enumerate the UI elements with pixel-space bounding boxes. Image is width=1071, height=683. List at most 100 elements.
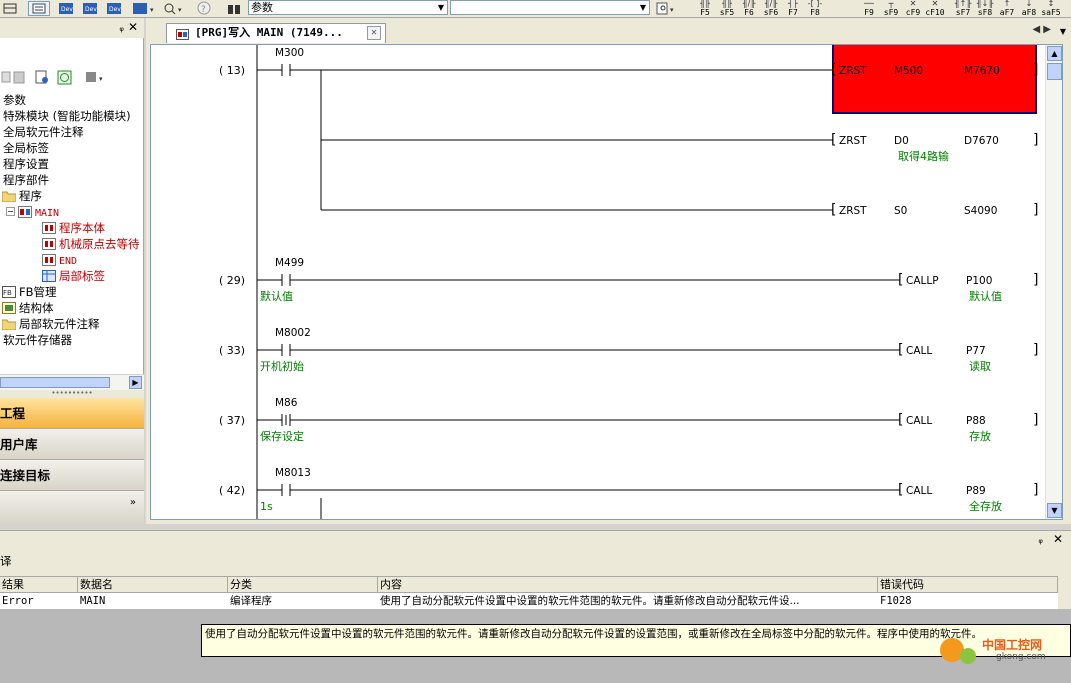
output-titlebar: ᵩ ✕ [0, 530, 1071, 549]
column-header[interactable]: 数据名 [78, 577, 228, 593]
instruction-op: ZRST [839, 205, 867, 217]
tree-item[interactable]: 局部软元件注释 [1, 316, 100, 332]
table-cell[interactable]: MAIN [78, 594, 228, 609]
column-header[interactable]: 结果 [0, 577, 78, 593]
fkey-button-f9[interactable]: ── F9 [858, 0, 880, 18]
tree-item[interactable]: 参数 [3, 92, 26, 108]
tree-item[interactable]: 全局标签 [3, 140, 49, 156]
ladder-symbol-icon: ╢/╟ [742, 0, 756, 8]
refresh-icon[interactable] [57, 70, 72, 85]
tab-list-chevron-icon[interactable]: ▼ [1060, 27, 1066, 36]
scroll-right-icon[interactable]: ▶ [129, 376, 142, 389]
fkey-button-sf5[interactable]: ╢╟ sF5 [716, 0, 738, 18]
device-register-icon[interactable]: Dev [106, 1, 122, 16]
fkey-button-f5[interactable]: ╢╟ F5 [694, 0, 716, 18]
device-monitor-icon[interactable]: Dev [58, 1, 74, 16]
column-header[interactable]: 错误代码 [878, 577, 1058, 593]
tree-item[interactable]: 机械原点去等待 [42, 236, 140, 252]
fkey-button-af8[interactable]: ↓ aF8 [1018, 0, 1040, 18]
fkey-button-saf5[interactable]: ↕ saF5 [1040, 0, 1062, 18]
nav-project-tab[interactable]: 工程 [0, 398, 144, 429]
tree-item[interactable]: 程序设置 [3, 156, 49, 172]
table-cell[interactable]: F1028 [878, 594, 1058, 609]
sort-icon[interactable]: ▾ [86, 72, 103, 83]
list-view-button[interactable] [28, 1, 50, 16]
table-cell[interactable]: Error [0, 594, 78, 609]
ladder-diagram[interactable]: ( 13) M300 [] ZRST M500 M7670 [] ZRST D0 D7670 取得4… [151, 45, 1046, 519]
tree-item[interactable]: 全局软元件注释 [3, 124, 84, 140]
svg-text:▾: ▾ [99, 75, 103, 83]
tab-scroll-arrows-icon[interactable]: ◀ ▶ [1032, 24, 1051, 35]
fkey-button-f7[interactable]: ┤├ F7 [782, 0, 804, 18]
scrollbar-thumb[interactable] [0, 377, 110, 388]
watermark-brand: 中国工控网 [982, 638, 1043, 652]
properties-icon[interactable] [35, 70, 48, 84]
fkey-button-cf9[interactable]: ✕ cF9 [902, 0, 924, 18]
instruction-op: CALLP [906, 275, 939, 287]
splitter-grip[interactable]: •••••••••• [0, 390, 144, 398]
tree-item[interactable]: 程序部件 [3, 172, 49, 188]
search-combo[interactable]: 参数 ▼ [248, 0, 448, 15]
device-batch-icon[interactable]: Dev [82, 1, 98, 16]
tree-item-label: 参数 [3, 93, 26, 107]
tab-label: [PRG]写入 MAIN (7149... [195, 26, 343, 39]
chevron-down-icon[interactable]: ▼ [435, 1, 447, 14]
tree-item[interactable]: 程序 [1, 188, 42, 204]
fkey-button-sf6[interactable]: ╢/╟ sF6 [760, 0, 782, 18]
scroll-up-icon[interactable]: ▲ [1047, 46, 1062, 61]
binoculars-icon[interactable] [226, 1, 242, 16]
fkey-button-sf7[interactable]: ╢↑╟ sF7 [952, 0, 974, 18]
column-header[interactable]: 分类 [228, 577, 378, 593]
find-icon[interactable]: ▾ [654, 1, 680, 16]
table-cell[interactable]: 编译程序 [228, 594, 378, 609]
fkey-button-cf10[interactable]: ✕ cF10 [924, 0, 946, 18]
search-target-combo[interactable]: ▼ [450, 0, 650, 15]
table-cell[interactable]: 使用了自动分配软元件设置中设置的软元件范围的软元件。请重新修改自动分配软元件设.… [378, 594, 878, 609]
horizontal-scrollbar[interactable]: ▶ [0, 374, 144, 390]
collapse-icon[interactable]: − [6, 207, 15, 216]
instruction-op: ZRST [839, 65, 867, 77]
svg-text:▾: ▾ [670, 6, 674, 14]
instruction-bracket: [ [898, 342, 903, 358]
zoom-icon[interactable]: ▾ [162, 1, 186, 16]
copy-icon[interactable] [1, 71, 11, 83]
pin-icon[interactable]: ᵩ [1038, 533, 1043, 546]
tree-item[interactable]: 特殊模块 (智能功能模块) [3, 108, 131, 124]
tree-item[interactable]: 结构体 [2, 300, 54, 316]
scrollbar-thumb[interactable] [1047, 63, 1062, 80]
column-header[interactable]: 内容 [378, 577, 878, 593]
fkey-button-f6[interactable]: ╢/╟ F6 [738, 0, 760, 18]
nav-overflow-bar: » [0, 491, 144, 524]
fkey-button-sf8[interactable]: ╢↓╟ sF8 [974, 0, 996, 18]
tree-item-label: 程序 [19, 189, 42, 203]
device-test-icon[interactable]: ▾ [132, 1, 156, 16]
tree-item[interactable]: FB FB管理 [2, 284, 57, 300]
tree-item[interactable]: END [42, 252, 77, 268]
tree-item[interactable]: 程序本体 [42, 220, 105, 236]
operand-comment: 读取 [969, 359, 991, 373]
chevron-down-icon[interactable]: ▼ [637, 1, 649, 14]
nav-target-label: 连接目标 [0, 468, 51, 483]
tree-item[interactable]: 局部标签 [42, 268, 105, 284]
instruction-bracket: [ [898, 482, 903, 498]
scroll-down-icon[interactable]: ▼ [1047, 503, 1062, 518]
nav-userlib-tab[interactable]: 用户库 [0, 429, 144, 460]
tab-close-icon[interactable]: ✕ [367, 26, 381, 40]
chevron-double-down-icon[interactable]: » [130, 498, 136, 508]
selected-cell[interactable] [832, 45, 1037, 114]
fkey-button-sf9[interactable]: ┬ sF9 [880, 0, 902, 18]
ladder-editor[interactable]: ( 13) M300 [] ZRST M500 M7670 [] ZRST D0 D7670 取得4… [150, 44, 1063, 520]
fkey-button-f8[interactable]: -[ ]- F8 [804, 0, 826, 18]
vertical-scrollbar[interactable]: ▲ ▼ [1045, 45, 1062, 519]
help-icon[interactable]: ? [196, 1, 212, 16]
nav-target-tab[interactable]: 连接目标 [0, 460, 144, 491]
tree-item[interactable]: 软元件存储器 [3, 332, 72, 348]
tree-item[interactable]: − MAIN [6, 204, 59, 220]
pin-icon[interactable]: ᵩ [119, 21, 124, 34]
close-icon[interactable]: ✕ [1053, 532, 1063, 546]
close-icon[interactable]: ✕ [128, 20, 138, 34]
fkey-button-af7[interactable]: ↑ aF7 [996, 0, 1018, 18]
ladder-view-icon[interactable] [2, 1, 18, 16]
tab-main-program[interactable]: [PRG]写入 MAIN (7149... ✕ [166, 23, 386, 43]
paste-icon[interactable] [13, 71, 25, 84]
